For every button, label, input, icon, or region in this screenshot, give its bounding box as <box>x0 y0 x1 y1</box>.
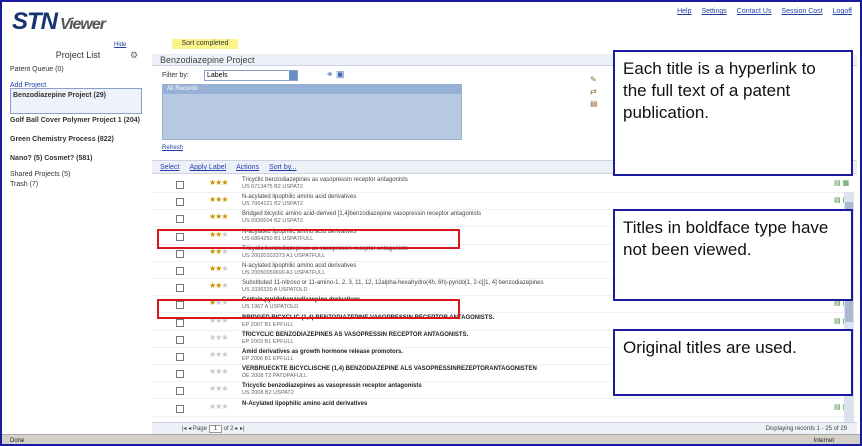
gear-icon[interactable]: ⚙ <box>130 50 138 61</box>
result-source: US 3336320 A USPATOLD <box>242 287 308 294</box>
result-source: DE 2008 T2 PATDPAFULL <box>242 373 308 380</box>
star-rating[interactable]: ★★★ <box>209 178 229 187</box>
status-done: Done <box>10 438 25 444</box>
result-source: US 7064121 B2 USPAT2 <box>242 201 303 208</box>
star-icon[interactable]: ★ <box>221 333 228 342</box>
result-title-link[interactable]: Tricyclic benzodiazepines as vasopressin… <box>242 383 422 389</box>
logoff-link[interactable]: Logoff <box>833 8 852 15</box>
session-cost-link[interactable]: Session Cost <box>781 8 822 15</box>
project-item-selected[interactable]: Benzodiazepine Project (29) <box>10 88 142 114</box>
star-icon[interactable]: ★ <box>221 212 228 221</box>
star-icon[interactable]: ★ <box>221 350 228 359</box>
result-source: EP 2007 B1 EPFULL <box>242 321 294 328</box>
row-action-icons[interactable]: ▤ ▦ <box>834 179 849 187</box>
result-title-link[interactable]: N-acylated lipophilic amino acid derivat… <box>242 194 356 200</box>
row-checkbox[interactable] <box>176 249 184 258</box>
filter-select[interactable]: Labels <box>204 70 298 81</box>
star-rating[interactable]: ★★★ <box>209 212 229 221</box>
result-title-link[interactable]: N-Acylated lipophilic amino acid derivat… <box>242 401 367 407</box>
project-item[interactable]: Green Chemistry Process (822) <box>10 135 144 144</box>
screenshot-frame: STN Viewer Help Settings Contact Us Session … <box>0 0 862 446</box>
row-checkbox[interactable] <box>176 387 184 396</box>
row-checkbox[interactable] <box>176 284 184 293</box>
star-rating[interactable]: ★★★ <box>209 333 229 342</box>
apply-label-menu[interactable]: Apply Label <box>189 164 226 171</box>
result-title-link[interactable]: Tricyclic benzodiazepines as vasopressin… <box>242 177 408 183</box>
highlight-box-viewed-title <box>157 229 460 249</box>
contact-us-link[interactable]: Contact Us <box>737 8 772 15</box>
callout-boldface-note: Titles in boldface type have not been vi… <box>613 209 853 301</box>
row-checkbox[interactable] <box>176 181 184 189</box>
result-source: US 20050059699 A1 USPATFULL <box>242 270 326 276</box>
star-rating[interactable]: ★★★ <box>209 384 229 393</box>
star-rating[interactable]: ★★★ <box>209 281 229 290</box>
pager-bar: |◂ ◂ Page 1 of 2 ▸ ▸| Displaying records… <box>152 422 857 434</box>
row-checkbox[interactable] <box>176 404 184 413</box>
browser-statusbar: Done Internet <box>2 434 860 444</box>
row-checkbox[interactable] <box>176 198 184 207</box>
patent-queue-item[interactable]: Patent Queue (0) <box>10 65 64 74</box>
settings-link[interactable]: Settings <box>701 8 726 15</box>
page-input[interactable]: 1 <box>208 425 222 433</box>
star-icon[interactable]: ★ <box>221 281 228 290</box>
result-source: US 20020103373 A1 USPATFULL <box>242 252 326 259</box>
result-title-link[interactable]: VERBRUECKTE BICYCLISCHE (1,4) BENZODIAZE… <box>242 366 537 372</box>
star-rating[interactable]: ★★★ <box>209 195 229 204</box>
top-links: Help Settings Contact Us Session Cost Logoff <box>667 8 852 15</box>
project-item[interactable]: Nano? (5) Cosmet? (581) <box>10 154 144 163</box>
hide-panel-link[interactable]: Hide <box>114 42 126 48</box>
status-zone: Internet <box>813 438 834 444</box>
star-rating[interactable]: ★★★ <box>209 402 229 411</box>
star-icon[interactable]: ★ <box>221 384 228 393</box>
result-title-link[interactable]: Substituted 11-nitroso or 11-amino-1, 2,… <box>242 280 544 286</box>
result-source: US 6713475 B2 USPAT2 <box>242 184 303 190</box>
app-header: STN Viewer Help Settings Contact Us Session … <box>2 2 860 42</box>
highlight-box-unviewed-title <box>157 299 460 319</box>
star-rating[interactable]: ★★★ <box>209 367 229 376</box>
sort-by-menu[interactable]: Sort by... <box>269 164 297 171</box>
result-title-link[interactable]: Amid derivatives as growth hormone relea… <box>242 349 403 355</box>
star-icon[interactable]: ★ <box>221 367 228 376</box>
project-list-title: Project List <box>55 50 101 60</box>
filter-view-icons[interactable]: ⚭ ▣ <box>326 69 345 80</box>
result-source: US 2008 B2 USPAT2 <box>242 390 294 397</box>
callout-original-titles-note: Original titles are used. <box>613 329 853 396</box>
row-checkbox[interactable] <box>176 335 184 344</box>
star-icon[interactable]: ★ <box>221 264 228 273</box>
callout-hyperlink-note: Each title is a hyperlink to the full te… <box>613 50 853 176</box>
help-link[interactable]: Help <box>677 8 691 15</box>
row-checkbox[interactable] <box>176 215 184 224</box>
shared-projects-item[interactable]: Shared Projects (5) <box>10 170 70 179</box>
result-source: US 6936604 B2 USPAT2 <box>242 218 303 225</box>
stn-viewer-logo: STN Viewer <box>12 8 106 35</box>
chevron-down-icon[interactable] <box>289 71 297 80</box>
table-row: ★★★ Tricyclic benzodiazepines as vasopres… <box>152 177 857 193</box>
table-row: ★★★ N-acylated lipophilic amino acid deri… <box>152 194 857 211</box>
row-checkbox[interactable] <box>176 353 184 361</box>
row-checkbox[interactable] <box>176 318 184 327</box>
result-title-link[interactable]: TRICYCLIC BENZODIAZEPINES AS VASOPRESSIN… <box>242 332 468 338</box>
result-title-link[interactable]: Bridged bicyclic amino acid-derived [1,4… <box>242 211 481 217</box>
star-rating[interactable]: ★★★ <box>209 350 229 359</box>
label-tool-icons[interactable]: ✎ ⇄ ▤ <box>590 74 598 110</box>
star-icon[interactable]: ★ <box>221 195 228 204</box>
status-banner: Sort completed <box>172 39 238 49</box>
select-menu[interactable]: Select <box>160 164 179 171</box>
trash-item[interactable]: Trash (7) <box>10 180 38 189</box>
star-rating[interactable]: ★★★ <box>209 264 229 273</box>
row-checkbox[interactable] <box>176 370 184 379</box>
filter-label: Filter by: <box>162 72 189 79</box>
actions-menu[interactable]: Actions <box>236 164 259 171</box>
table-row: ★★★ N-Acylated lipophilic amino acid deri… <box>152 401 857 417</box>
star-icon[interactable]: ★ <box>221 402 228 411</box>
refresh-link[interactable]: Refresh <box>162 145 183 151</box>
result-source: EP 2003 B1 EPFULL <box>242 338 294 345</box>
all-records-item[interactable]: All Records <box>163 85 461 94</box>
project-item[interactable]: Golf Ball Cover Polymer Project 1 (204) <box>10 116 144 125</box>
row-checkbox[interactable] <box>176 267 184 275</box>
result-source: EP 2006 B1 EPFULL <box>242 356 294 362</box>
result-title-link[interactable]: N-acylated lipophilic amino acid derivat… <box>242 263 356 269</box>
star-icon[interactable]: ★ <box>221 178 228 187</box>
